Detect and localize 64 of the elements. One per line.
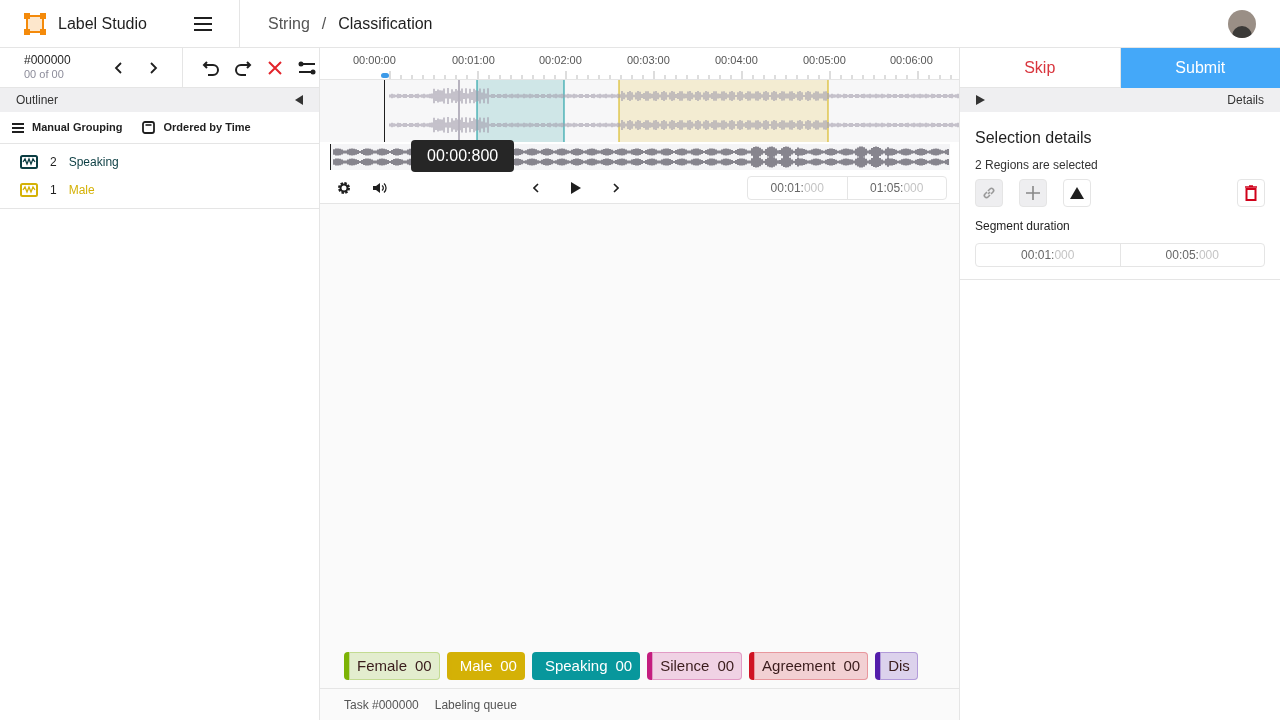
region-item[interactable]: 1 Male [0, 176, 319, 204]
chevron-left-icon [114, 61, 122, 74]
label-tag[interactable]: Dis [875, 652, 918, 680]
status-text: Task #000000 [344, 696, 419, 714]
trash-icon [1245, 185, 1257, 201]
logo-icon [24, 12, 46, 35]
timeline-tick-label: 00:05:00 [803, 53, 846, 68]
time-tooltip: 00:00:800 [411, 140, 515, 172]
grouping-button[interactable]: Manual Grouping [12, 119, 123, 136]
timeline-tick-label: 00:01:00 [452, 53, 495, 68]
plus-icon [1025, 185, 1041, 201]
link-icon [982, 186, 996, 200]
close-icon [267, 59, 283, 76]
region-label: Male [68, 182, 95, 199]
collapse-panel-button[interactable] [295, 95, 303, 105]
label-tag[interactable]: Female 00 [344, 652, 440, 680]
triangle-left-icon [295, 95, 303, 105]
playhead-handle[interactable] [381, 73, 389, 78]
panel-title: Outliner [16, 92, 59, 109]
triangle-up-icon [1070, 187, 1084, 199]
label-tag[interactable]: Silence 00 [647, 652, 743, 680]
task-id: #000000 [24, 53, 71, 69]
chevron-right-icon [613, 182, 619, 193]
timeline-tick-label: 00:00:00 [353, 53, 396, 68]
task-position: 00 of 00 [24, 68, 65, 82]
panel-title: Details [1227, 92, 1264, 109]
play-icon [571, 181, 581, 194]
app-name: Label Studio [58, 13, 147, 34]
triangle-right-icon [976, 95, 985, 105]
selection-summary: 2 Regions are selected [975, 157, 1099, 174]
timeline-tick-label: 00:02:00 [539, 53, 582, 68]
label-tag[interactable]: Speaking 00 [531, 652, 641, 680]
sliders-icon [298, 59, 316, 76]
section-title: Selection details [975, 128, 1093, 148]
delete-button[interactable] [1237, 179, 1265, 207]
timeline-tick-label: 00:04:00 [715, 53, 758, 68]
region-label: Speaking [68, 154, 119, 171]
user-avatar[interactable] [1228, 9, 1256, 38]
label-tag[interactable]: Agreement 00 [749, 652, 869, 680]
redo-icon [234, 58, 252, 77]
chevron-right-icon [150, 61, 158, 74]
region-count: 2 [50, 154, 57, 171]
undo-icon [202, 58, 220, 77]
chevron-left-icon [533, 182, 539, 193]
breadcrumb-item: Classification [338, 13, 433, 34]
ordering-icon [142, 121, 156, 134]
collapse-button[interactable] [1063, 179, 1091, 207]
timeline-tick-label: 00:03:00 [627, 53, 670, 68]
menu-icon [194, 16, 212, 31]
status-text: Labeling queue [434, 696, 517, 714]
breadcrumb-separator: / [321, 13, 327, 34]
timeline-tick-label: 00:06:00 [890, 53, 933, 68]
expand-panel-button[interactable] [976, 95, 985, 105]
volume-icon [373, 181, 387, 194]
ordering-button[interactable]: Ordered by Time [142, 119, 251, 136]
list-icon [12, 122, 24, 133]
playhead-line [384, 80, 385, 142]
region-item[interactable]: 2 Speaking [0, 148, 319, 176]
settings-icon [337, 180, 351, 195]
breadcrumb-item[interactable]: String [268, 11, 310, 36]
skip-button[interactable]: Skip [960, 48, 1121, 88]
region-count: 1 [50, 182, 57, 199]
field-label: Segment duration [975, 218, 1071, 235]
hover-cursor-line [458, 80, 460, 142]
